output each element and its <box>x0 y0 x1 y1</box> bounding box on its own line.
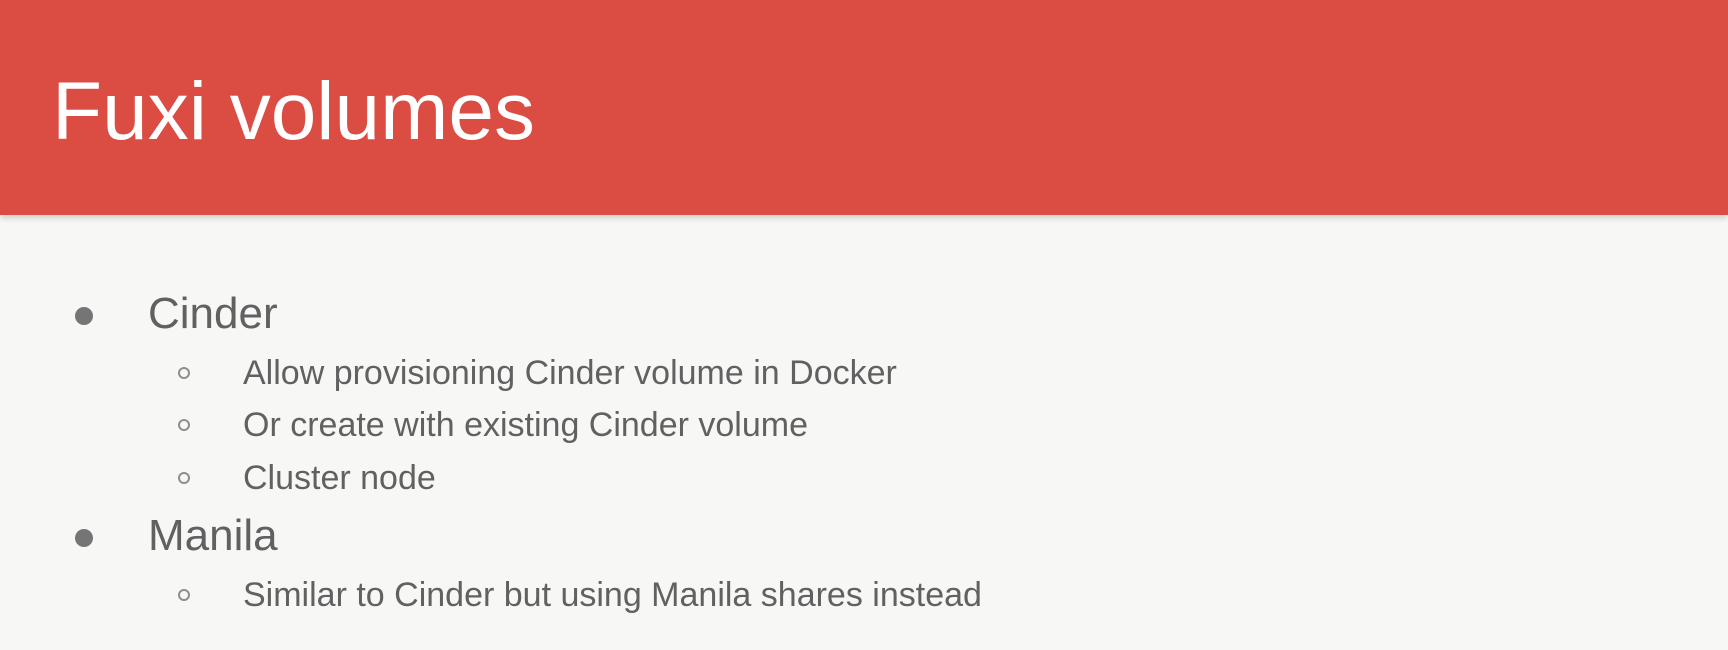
filled-circle-icon <box>75 529 93 547</box>
list-subitem: Cluster node <box>243 459 436 497</box>
list-subitem: Allow provisioning Cinder volume in Dock… <box>243 354 897 392</box>
slide-header: Fuxi volumes <box>0 0 1728 215</box>
hollow-circle-icon <box>178 419 190 431</box>
hollow-circle-icon <box>178 589 190 601</box>
list-item-cinder: Cinder <box>148 289 278 338</box>
list-item-manila: Manila <box>148 511 278 560</box>
list-subitem: Or create with existing Cinder volume <box>243 406 809 444</box>
hollow-circle-icon <box>178 367 190 379</box>
hollow-circle-icon <box>178 472 190 484</box>
filled-circle-icon <box>75 307 93 325</box>
slide-title: Fuxi volumes <box>52 66 536 157</box>
slide: Fuxi volumes Cinder Allow provisioning C… <box>0 0 1728 650</box>
list-subitem: Similar to Cinder but using Manila share… <box>243 576 982 614</box>
